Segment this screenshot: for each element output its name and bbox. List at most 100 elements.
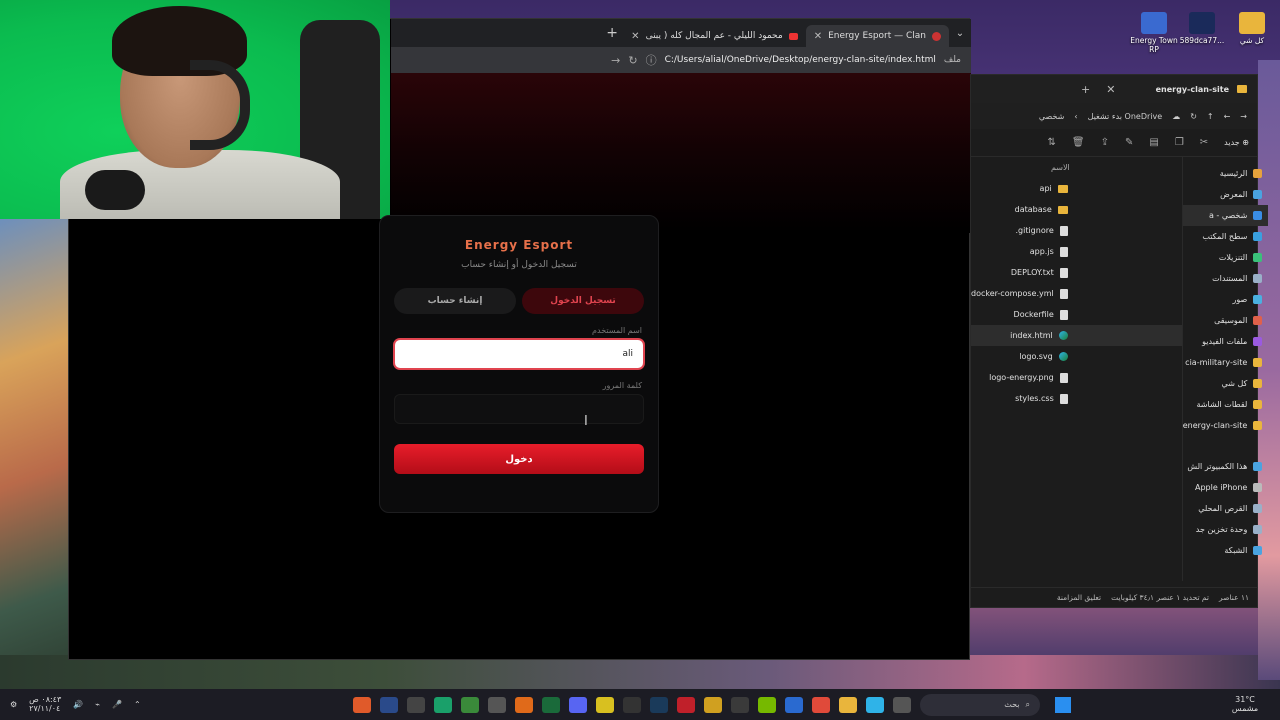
forward-icon[interactable]: → — [611, 54, 620, 67]
vscode-icon[interactable] — [380, 696, 398, 713]
chevron-up-icon[interactable]: ⌃ — [134, 700, 141, 709]
app-icon[interactable] — [596, 696, 614, 713]
xbox-icon[interactable] — [461, 696, 479, 713]
sidebar-item[interactable]: المستندات — [1183, 268, 1269, 289]
desktop-icon-shortcut[interactable]: 589dca77... — [1176, 12, 1228, 45]
epic-icon[interactable] — [623, 696, 641, 713]
app-icon[interactable] — [407, 696, 425, 713]
sidebar-item[interactable]: الموسيقى — [1183, 310, 1269, 331]
new-button[interactable]: جديد ⊕ — [1224, 138, 1249, 147]
settings-icon[interactable]: ⚙ — [10, 700, 17, 709]
file-row[interactable]: database — [971, 199, 1182, 220]
breadcrumb-part[interactable]: شخصي — [1039, 112, 1064, 121]
signup-tab[interactable]: إنشاء حساب — [394, 288, 516, 314]
steam-icon[interactable] — [650, 696, 668, 713]
share-icon[interactable]: ⇪ — [1101, 137, 1109, 148]
status-bar: تعليق المزامنة تم تحديد ١ عنصر ٣٤٫١ كيلو… — [971, 587, 1257, 607]
store-icon[interactable] — [785, 696, 803, 713]
sidebar-item[interactable]: القرص المحلي — [1183, 498, 1269, 519]
clock[interactable]: ٠٨:٤٣ ص ٢٧/١١/٠٤ — [29, 695, 61, 714]
mic-icon[interactable]: 🎤 — [112, 700, 122, 709]
up-icon[interactable]: ↑ — [1207, 112, 1214, 121]
file-row[interactable]: app.js — [971, 241, 1182, 262]
sidebar-item[interactable]: ملفات الفيديو — [1183, 331, 1269, 352]
file-row[interactable]: Dockerfile — [971, 304, 1182, 325]
webcam-overlay — [0, 0, 390, 219]
file-row[interactable]: styles.css — [971, 388, 1182, 409]
column-header-name[interactable]: الاسم — [971, 163, 1182, 172]
sidebar-item[interactable]: energy-clan-site — [1183, 415, 1269, 436]
new-tab-icon[interactable]: + — [1081, 83, 1090, 96]
password-input[interactable] — [394, 394, 644, 424]
app-icon[interactable] — [434, 696, 452, 713]
excel-icon[interactable] — [542, 696, 560, 713]
task-view-icon[interactable] — [893, 696, 911, 713]
start-icon[interactable] — [1055, 696, 1071, 713]
close-icon[interactable]: ✕ — [1106, 83, 1115, 96]
file-row[interactable]: .gitignore — [971, 220, 1182, 241]
cut-icon[interactable]: ✂ — [1200, 137, 1208, 148]
sidebar-icon — [1253, 316, 1263, 325]
tab-youtube[interactable]: ✕ محمود الليلي - عم المجال كله ( يبنى — [623, 25, 806, 47]
forward-icon[interactable]: → — [1240, 112, 1247, 121]
file-row[interactable]: api — [971, 178, 1182, 199]
chrome-icon[interactable] — [812, 696, 830, 713]
copy-icon[interactable]: ❐ — [1175, 137, 1184, 148]
new-tab-button[interactable]: + — [601, 25, 623, 41]
rename-icon[interactable]: ✎ — [1125, 137, 1133, 148]
tab-energy-esport[interactable]: ✕ Energy Esport — Clan — [805, 25, 949, 47]
file-list: الاسم api database .gitignore app.js DEPLOY.… — [971, 157, 1182, 581]
paste-icon[interactable]: ▤ — [1149, 137, 1158, 148]
sidebar-icon — [1253, 462, 1263, 471]
sidebar-item[interactable]: cia-military-site — [1183, 352, 1269, 373]
breadcrumb-onedrive[interactable]: بدء تشغيل OneDrive — [1088, 112, 1163, 121]
sidebar-item[interactable]: صور — [1183, 289, 1269, 310]
sidebar-item[interactable]: a - شخصي — [1182, 205, 1269, 226]
address-bar[interactable]: → ↻ ⓘ C:/Users/alial/OneDrive/Desktop/en… — [391, 47, 971, 73]
nvidia-icon[interactable] — [758, 696, 776, 713]
volume-icon[interactable]: 🔊 — [73, 700, 83, 709]
sidebar-item[interactable]: هذا الكمبيوتر الش — [1183, 456, 1269, 477]
sidebar-item[interactable]: كل شي — [1183, 373, 1269, 394]
back-icon[interactable]: ← — [1224, 112, 1231, 121]
app-icon[interactable] — [488, 696, 506, 713]
sidebar-item[interactable]: لقطات الشاشة — [1183, 394, 1269, 415]
close-icon[interactable]: ✕ — [814, 31, 822, 42]
username-input[interactable] — [394, 339, 644, 369]
weather-widget[interactable]: 31°C مشمس — [1210, 695, 1280, 714]
url-text[interactable]: C:/Users/alial/OneDrive/Desktop/energy-c… — [665, 55, 936, 65]
sidebar-item[interactable]: المعرض — [1183, 184, 1269, 205]
login-submit-button[interactable]: دخول — [394, 444, 644, 474]
app-icon[interactable] — [704, 696, 722, 713]
sort-icon[interactable]: ⇅ — [1047, 137, 1055, 148]
discord-icon[interactable] — [569, 696, 587, 713]
login-tab[interactable]: تسجيل الدخول — [522, 288, 644, 314]
sidebar-item[interactable]: الشبكة — [1183, 540, 1269, 561]
refresh-icon[interactable]: ↻ — [1190, 112, 1197, 121]
sidebar-item[interactable]: الرئيسية — [1183, 163, 1269, 184]
app-icon[interactable] — [677, 696, 695, 713]
close-icon[interactable]: ✕ — [631, 31, 639, 42]
taskbar-search[interactable]: بحث ⌕ — [920, 693, 1040, 716]
reload-icon[interactable]: ↻ — [628, 54, 637, 67]
app-icon[interactable] — [515, 696, 533, 713]
sidebar-item[interactable]: التنزيلات — [1183, 247, 1269, 268]
file-explorer-icon[interactable] — [839, 696, 857, 713]
sidebar-item[interactable]: Apple iPhone — [1183, 477, 1269, 498]
delete-icon[interactable]: 🗑 — [1072, 137, 1085, 148]
info-icon[interactable]: ⓘ — [646, 52, 657, 68]
sidebar-item[interactable]: سطح المكتب — [1183, 226, 1269, 247]
app-icon[interactable] — [731, 696, 749, 713]
edge-icon[interactable] — [866, 696, 884, 713]
app-icon[interactable] — [353, 696, 371, 713]
desktop-icon-folder[interactable]: كل شي — [1226, 12, 1278, 45]
file-row[interactable]: docker-compose.yml — [971, 283, 1182, 304]
tab-search-button[interactable]: ⌄ — [949, 28, 971, 39]
file-row[interactable]: index.html — [971, 325, 1182, 346]
file-row[interactable]: DEPLOY.txt — [971, 262, 1182, 283]
sidebar-item[interactable]: وحدة تخزين جد — [1183, 519, 1269, 540]
desktop-icon-energy-town[interactable]: Energy Town RP — [1128, 12, 1180, 54]
file-row[interactable]: logo-energy.png — [971, 367, 1182, 388]
file-row[interactable]: logo.svg — [971, 346, 1182, 367]
network-icon[interactable]: ⌁ — [95, 700, 100, 709]
